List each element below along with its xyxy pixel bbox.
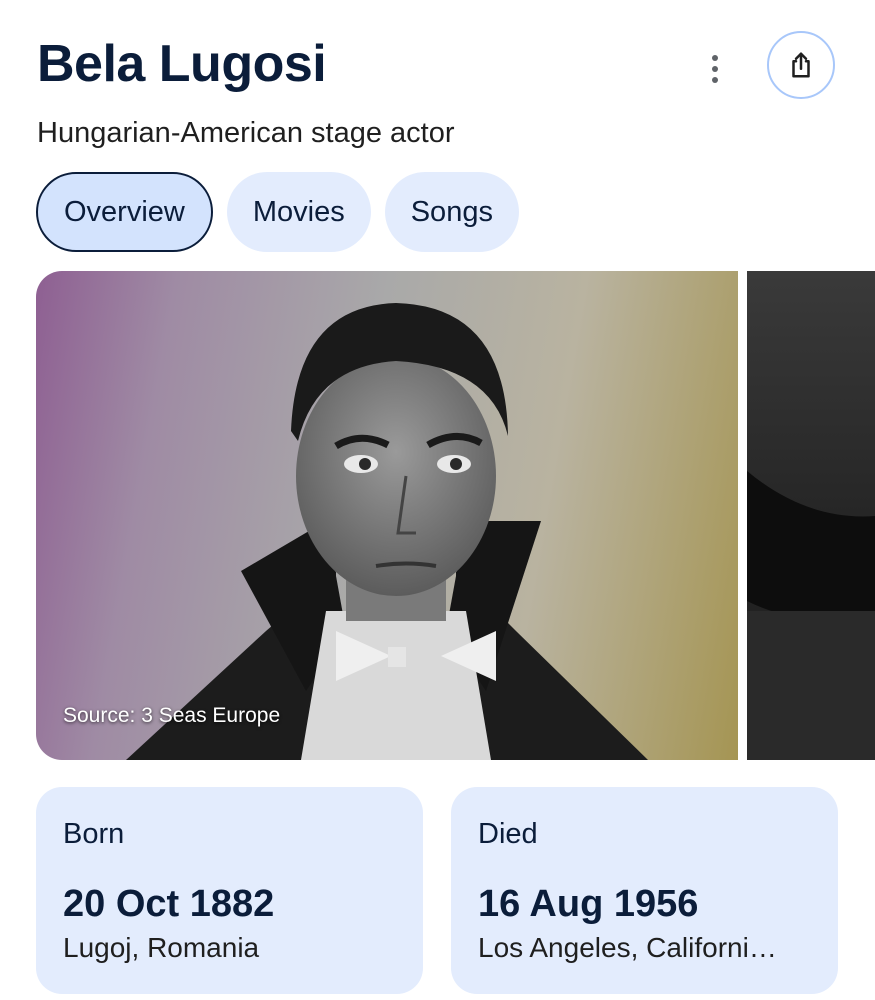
portrait-image: [126, 303, 648, 760]
more-options-button[interactable]: [695, 46, 735, 92]
more-vert-icon: [712, 55, 718, 61]
tab-overview[interactable]: Overview: [36, 172, 213, 252]
born-date: 20 Oct 1882: [63, 883, 275, 925]
born-place: Lugoj, Romania: [63, 932, 260, 963]
share-icon: [792, 52, 810, 78]
next-image-preview[interactable]: [747, 271, 875, 760]
tab-bar: Overview Movies Songs: [36, 172, 519, 252]
died-place: Los Angeles, Californi…: [478, 932, 777, 963]
tab-songs[interactable]: Songs: [384, 172, 519, 252]
tab-movies[interactable]: Movies: [226, 172, 371, 252]
born-label: Born: [63, 818, 125, 850]
more-vert-icon-dot: [712, 77, 718, 83]
page-subtitle: Hungarian-American stage actor: [37, 117, 455, 149]
died-label: Died: [478, 818, 538, 850]
died-card[interactable]: Died 16 Aug 1956 Los Angeles, Californi…: [451, 787, 838, 994]
more-vert-icon-dot: [712, 66, 718, 72]
image-source-caption: Source: 3 Seas Europe: [63, 704, 281, 727]
share-button[interactable]: [767, 31, 835, 99]
main-image[interactable]: Source: 3 Seas Europe: [36, 271, 738, 760]
died-date: 16 Aug 1956: [478, 883, 699, 925]
next-photo-thumbnail: [747, 471, 875, 760]
page-title: Bela Lugosi: [37, 35, 327, 93]
born-card[interactable]: Born 20 Oct 1882 Lugoj, Romania: [36, 787, 423, 994]
